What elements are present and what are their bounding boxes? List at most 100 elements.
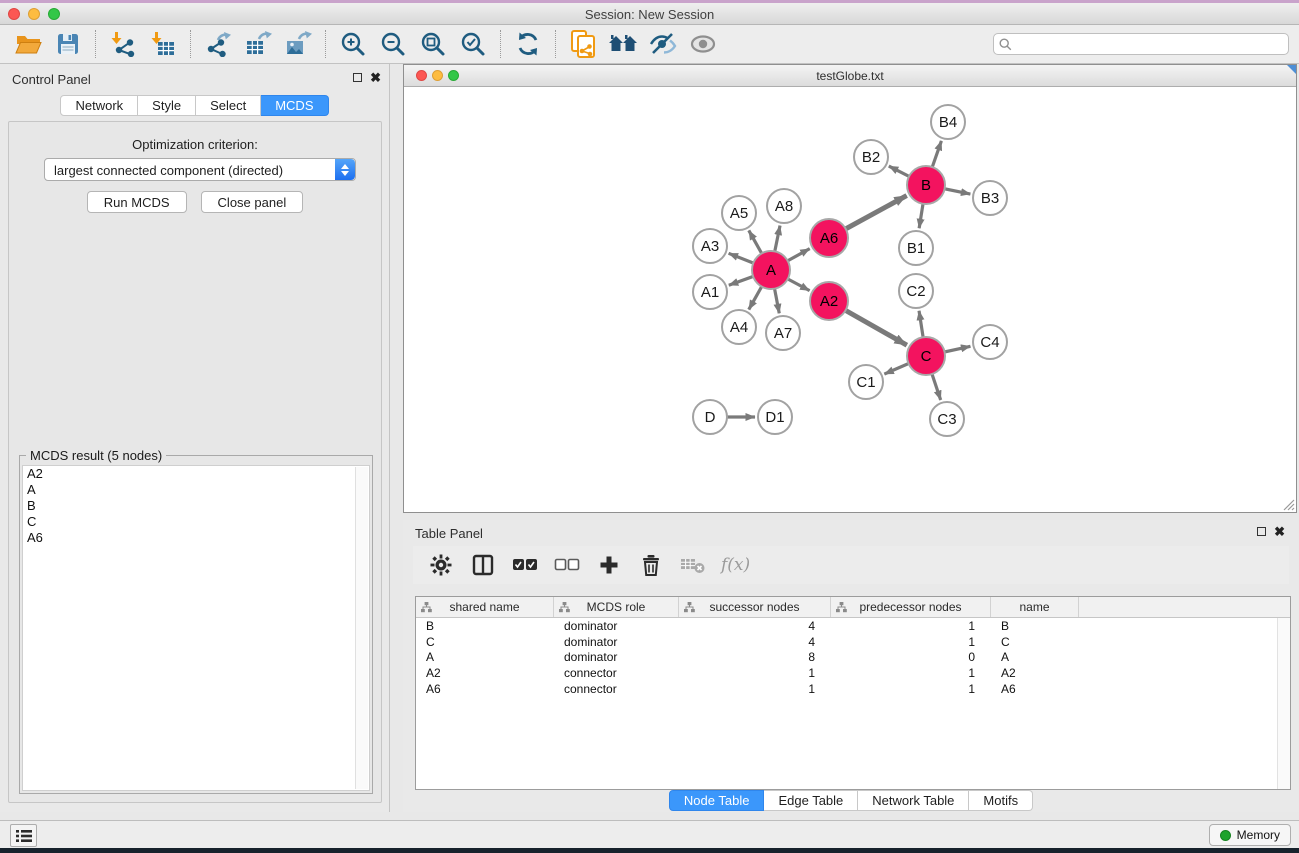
apply-layout-button[interactable] <box>508 27 548 61</box>
graph-node-D1[interactable]: D1 <box>757 399 793 435</box>
column-header-name[interactable]: name <box>991 597 1079 617</box>
result-list-item[interactable]: A2 <box>23 466 369 482</box>
graph-node-B1[interactable]: B1 <box>898 230 934 266</box>
search-field[interactable] <box>993 33 1289 55</box>
graph-node-C2[interactable]: C2 <box>898 273 934 309</box>
zoom-in-button[interactable] <box>333 27 373 61</box>
table-settings-button[interactable] <box>427 551 455 579</box>
graph-node-C4[interactable]: C4 <box>972 324 1008 360</box>
graph-node-C1[interactable]: C1 <box>848 364 884 400</box>
delete-column-button[interactable] <box>637 551 665 579</box>
zoom-out-button[interactable] <box>373 27 413 61</box>
open-session-button[interactable] <box>8 27 48 61</box>
zoom-selected-button[interactable] <box>453 27 493 61</box>
table-row[interactable]: Bdominator41B <box>416 618 1290 634</box>
table-cell: 1 <box>679 666 831 680</box>
graph-node-A1[interactable]: A1 <box>692 274 728 310</box>
mcds-result-list[interactable]: A2ABCA6 <box>22 465 370 791</box>
column-header-predecessor-nodes[interactable]: predecessor nodes <box>831 597 991 617</box>
tab-network[interactable]: Network <box>60 95 138 116</box>
table-row[interactable]: Adominator80A <box>416 650 1290 666</box>
column-header-MCDS-role[interactable]: MCDS role <box>554 597 679 617</box>
toggle-column-view-button[interactable] <box>469 551 497 579</box>
resize-grip-icon[interactable] <box>1281 497 1295 511</box>
graph-node-D[interactable]: D <box>692 399 728 435</box>
result-list-item[interactable]: C <box>23 514 369 530</box>
table-scrollbar[interactable] <box>1277 618 1290 789</box>
show-all-button[interactable] <box>683 27 723 61</box>
tab-style[interactable]: Style <box>138 95 196 116</box>
graph-node-A4[interactable]: A4 <box>721 309 757 345</box>
unselect-all-columns-button[interactable] <box>553 551 581 579</box>
table-row[interactable]: Cdominator41C <box>416 634 1290 650</box>
graph-node-B3[interactable]: B3 <box>972 180 1008 216</box>
table-tab-edge-table[interactable]: Edge Table <box>764 790 858 811</box>
network-canvas[interactable]: A A1 A2 A3 A4 A5 A6 A7 A8 B B1 B2 B3 B4 C C1 C2 C3 C4 D D1 <box>404 87 1296 512</box>
function-builder-button[interactable]: f(x) <box>721 555 750 575</box>
network-window-titlebar[interactable]: testGlobe.txt <box>404 65 1296 87</box>
table-tab-network-table[interactable]: Network Table <box>858 790 969 811</box>
table-row[interactable]: A2connector11A2 <box>416 665 1290 681</box>
result-list-item[interactable]: A6 <box>23 530 369 546</box>
graph-node-A3[interactable]: A3 <box>692 228 728 264</box>
table-row[interactable]: A6connector11A6 <box>416 681 1290 697</box>
graph-node-A8[interactable]: A8 <box>766 188 802 224</box>
memory-button[interactable]: Memory <box>1209 824 1291 846</box>
import-table-icon <box>150 31 176 57</box>
graph-node-A6[interactable]: A6 <box>809 218 849 258</box>
graph-node-C[interactable]: C <box>906 336 946 376</box>
graph-node-B[interactable]: B <box>906 165 946 205</box>
graph-node-A[interactable]: A <box>751 250 791 290</box>
result-list-scrollbar[interactable] <box>355 467 368 789</box>
import-network-button[interactable] <box>103 27 143 61</box>
select-all-columns-button[interactable] <box>511 551 539 579</box>
float-table-panel-icon[interactable] <box>1257 527 1266 536</box>
graph-node-C3[interactable]: C3 <box>929 401 965 437</box>
table-cell: A2 <box>991 666 1079 680</box>
create-column-button[interactable] <box>595 551 623 579</box>
show-panels-button[interactable] <box>10 824 37 847</box>
graph-node-A2[interactable]: A2 <box>809 281 849 321</box>
table-cell: dominator <box>554 650 679 664</box>
table-body: Bdominator41BCdominator41CAdominator80AA… <box>416 618 1290 697</box>
import-table-button[interactable] <box>143 27 183 61</box>
first-neighbors-button[interactable] <box>603 27 643 61</box>
new-network-from-selection-button[interactable] <box>563 27 603 61</box>
column-header-successor-nodes[interactable]: successor nodes <box>679 597 831 617</box>
close-panel-button[interactable]: Close panel <box>201 191 304 213</box>
zoom-selected-icon <box>460 31 486 57</box>
zoom-out-icon <box>380 31 406 57</box>
save-session-button[interactable] <box>48 27 88 61</box>
search-input[interactable] <box>1016 35 1281 53</box>
control-panel: Control Panel ✖ NetworkStyleSelectMCDS O… <box>0 64 390 812</box>
table-panel-header: Table Panel ✖ <box>403 520 1299 544</box>
export-network-button[interactable] <box>198 27 238 61</box>
graph-edges <box>404 87 1296 512</box>
zoom-fit-button[interactable] <box>413 27 453 61</box>
tab-mcds[interactable]: MCDS <box>261 95 328 116</box>
delete-table-button[interactable] <box>679 551 707 579</box>
run-mcds-button[interactable]: Run MCDS <box>87 191 187 213</box>
control-panel-header: Control Panel ✖ <box>0 64 389 92</box>
tab-select[interactable]: Select <box>196 95 261 116</box>
criterion-dropdown[interactable]: largest connected component (directed) <box>44 158 356 181</box>
graph-node-A5[interactable]: A5 <box>721 195 757 231</box>
graph-node-B4[interactable]: B4 <box>930 104 966 140</box>
close-table-panel-icon[interactable]: ✖ <box>1274 526 1285 537</box>
float-panel-icon[interactable] <box>353 73 362 82</box>
close-panel-icon[interactable]: ✖ <box>370 72 381 83</box>
graph-node-B2[interactable]: B2 <box>853 139 889 175</box>
main-titlebar: Session: New Session <box>0 3 1299 25</box>
table-tab-node-table[interactable]: Node Table <box>669 790 765 811</box>
export-image-button[interactable] <box>278 27 318 61</box>
hide-selected-button[interactable] <box>643 27 683 61</box>
result-list-item[interactable]: A <box>23 482 369 498</box>
table-cell: dominator <box>554 619 679 633</box>
table-tab-motifs[interactable]: Motifs <box>969 790 1033 811</box>
result-list-item[interactable]: B <box>23 498 369 514</box>
eye-icon <box>689 34 717 54</box>
export-table-button[interactable] <box>238 27 278 61</box>
column-type-icon <box>836 602 847 613</box>
column-header-shared-name[interactable]: shared name <box>416 597 554 617</box>
graph-node-A7[interactable]: A7 <box>765 315 801 351</box>
